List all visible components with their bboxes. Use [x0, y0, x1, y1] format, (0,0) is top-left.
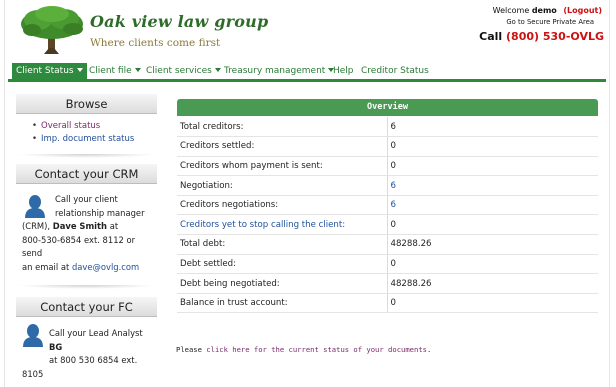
note-prefix: Please: [176, 345, 207, 354]
nav-help[interactable]: Help: [333, 63, 354, 79]
row-label: Negotiation:: [177, 175, 388, 196]
divider: [16, 285, 157, 289]
table-row: Creditors whom payment is sent: 0: [177, 156, 598, 177]
browse-list: Overall status Imp. document status: [32, 120, 134, 146]
nav-creditor-status[interactable]: Creditor Status: [361, 63, 429, 79]
row-label: Total debt:: [177, 234, 388, 255]
overview-table: Total creditors: 6 Creditors settled: 0 Cred…: [177, 117, 598, 314]
fc-heading: Contact your FC: [16, 297, 157, 317]
fc-analyst: BG: [49, 341, 63, 352]
row-label: Creditors whom payment is sent:: [177, 156, 388, 177]
chevron-down-icon: [214, 68, 221, 72]
chevron-down-icon: [76, 68, 83, 72]
company-name: Oak view law group: [90, 12, 269, 31]
crm-line-prefix: (CRM),: [22, 221, 51, 231]
crm-line: 800-530-6854 ext. 8112 or send: [22, 234, 136, 259]
divider: [16, 154, 157, 158]
row-value: 0: [387, 156, 598, 177]
nav-client-services[interactable]: Client services: [146, 63, 221, 79]
crm-email-line: an email at dave@ovlg.com: [22, 262, 139, 272]
nav-treasury-management[interactable]: Treasury management: [224, 63, 335, 79]
call-label: Call: [479, 30, 503, 43]
table-row: Creditors settled: 0: [177, 136, 598, 157]
nav-client-file[interactable]: Client file: [89, 63, 141, 79]
row-value: 0: [387, 254, 598, 275]
nav-client-status[interactable]: Client Status: [12, 63, 87, 79]
documents-note: Please click here for the current status…: [176, 345, 431, 354]
welcome-text: Welcome demo (Logout): [493, 6, 602, 15]
row-value: 0: [387, 136, 598, 157]
table-row: Total creditors: 6: [177, 117, 598, 138]
table-row: Debt being negotiated: 48288.26: [177, 273, 598, 294]
chevron-down-icon: [134, 68, 141, 72]
company-tagline: Where clients come first: [90, 37, 221, 49]
crm-email-link[interactable]: dave@ovlg.com: [72, 262, 139, 272]
row-label[interactable]: Creditors yet to stop calling the client…: [177, 214, 388, 236]
crm-line-prefix: an email at: [22, 261, 72, 272]
logout-link[interactable]: (Logout): [563, 6, 602, 15]
row-value[interactable]: 6: [387, 195, 598, 216]
nav-label: Client Status: [16, 66, 74, 76]
fc-line-prefix: Call your Lead Analyst: [49, 328, 143, 338]
crm-line: relationship manager: [55, 207, 145, 218]
fc-line: at 800 530 6854 ext.: [49, 355, 138, 365]
oak-tree-logo-icon: [21, 6, 83, 54]
crm-contact-text: Call your client relationship manager (C…: [22, 193, 154, 274]
fc-line: 8105: [22, 368, 44, 379]
fc-contact-text: Call your Lead Analyst BG at 800 530 685…: [22, 327, 154, 381]
table-row: Negotiation: 6: [177, 175, 598, 196]
nav-label: Client services: [146, 66, 212, 76]
crm-heading: Contact your CRM: [16, 164, 157, 184]
table-row: Creditors yet to stop calling the client…: [177, 214, 598, 236]
note-suffix: .: [427, 345, 432, 354]
phone-number: (800) 530-OVLG: [506, 30, 604, 43]
browse-item-document-status[interactable]: Imp. document status: [32, 133, 134, 146]
row-label: Debt being negotiated:: [177, 273, 388, 294]
row-value: 0: [387, 214, 598, 236]
overview-heading: Overview: [177, 99, 598, 116]
table-row: Creditors negotiations: 6: [177, 195, 598, 216]
row-value: 48288.26: [387, 234, 598, 255]
call-line: Call (800) 530-OVLG: [479, 30, 604, 43]
fc-line: Call your Lead Analyst BG: [22, 327, 154, 354]
nav-label: Client file: [89, 66, 132, 76]
row-label: Debt settled:: [177, 254, 388, 275]
welcome-prefix: Welcome: [492, 6, 530, 15]
nav-label: Treasury management: [224, 66, 326, 76]
nav-label: Help: [333, 66, 354, 76]
documents-status-link[interactable]: click here for the current status of you…: [206, 345, 427, 354]
nav-label: Creditor Status: [361, 66, 429, 76]
row-value: 48288.26: [387, 273, 598, 294]
table-row: Debt settled: 0: [177, 254, 598, 275]
crm-line: Call your client: [55, 194, 118, 204]
username: demo: [531, 6, 557, 15]
browse-item-overall-status[interactable]: Overall status: [32, 120, 134, 133]
crm-name: Dave Smith: [52, 221, 108, 231]
row-label: Creditors negotiations:: [177, 195, 388, 216]
main-nav: Client Status Client file Client service…: [8, 63, 606, 82]
row-label: Balance in trust account:: [177, 293, 388, 314]
table-row: Balance in trust account: 0: [177, 293, 598, 314]
browse-heading: Browse: [16, 94, 157, 114]
table-row: Total debt: 48288.26: [177, 234, 598, 255]
crm-line: (CRM), Dave Smith at: [22, 221, 118, 231]
row-value: 0: [387, 293, 598, 314]
row-label: Total creditors:: [177, 117, 388, 138]
row-label: Creditors settled:: [177, 136, 388, 157]
row-value[interactable]: 6: [387, 175, 598, 196]
secure-area-link[interactable]: Go to Secure Private Area: [506, 18, 594, 26]
crm-line-suffix: at: [107, 221, 119, 231]
row-value: 6: [387, 117, 598, 138]
